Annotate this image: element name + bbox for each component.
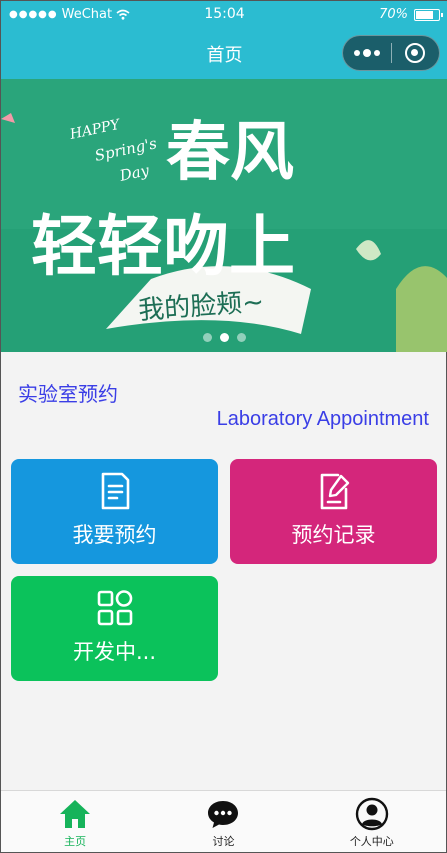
section-subtitle: Laboratory Appointment — [216, 408, 429, 430]
book-lab-label: 我要预约 — [72, 523, 157, 547]
grid-icon — [97, 590, 132, 626]
close-target-icon — [405, 43, 426, 63]
banner-image: HAPPY Spring's Day 春风 轻轻吻上 我的脸颊~ — [1, 79, 447, 352]
carousel-dot[interactable] — [237, 333, 246, 342]
carousel-dot-active[interactable] — [220, 333, 229, 342]
status-bar: ●●●●● WeChat 15:04 70% — [1, 1, 447, 29]
banner-title-kiss: 轻轻吻上 — [31, 208, 295, 285]
in-development-button[interactable]: 开发中... — [11, 576, 218, 681]
carousel-indicators — [1, 333, 447, 342]
tab-home-label: 主页 — [64, 835, 87, 848]
book-lab-button[interactable]: 我要预约 — [11, 459, 218, 564]
tab-discussion[interactable]: 讨论 — [149, 791, 297, 852]
battery-status: 70% — [379, 7, 443, 22]
user-icon — [355, 797, 389, 831]
more-menu-button[interactable] — [343, 48, 391, 57]
more-dots-icon — [362, 48, 371, 57]
carousel-dot[interactable] — [203, 333, 212, 342]
tab-profile-label: 个人中心 — [349, 835, 394, 848]
banner-carousel[interactable]: HAPPY Spring's Day 春风 轻轻吻上 我的脸颊~ — [1, 79, 447, 352]
chat-icon — [208, 801, 239, 828]
booking-records-button[interactable]: 预约记录 — [230, 459, 437, 564]
document-icon — [101, 472, 129, 510]
battery-percent: 70% — [379, 7, 408, 22]
tab-home[interactable]: 主页 — [1, 791, 149, 852]
booking-records-label: 预约记录 — [291, 523, 376, 547]
mini-program-capsule — [342, 35, 440, 71]
home-icon — [60, 800, 91, 828]
banner-title-spring-wind: 春风 — [166, 116, 294, 190]
in-development-label: 开发中... — [72, 640, 157, 664]
battery-icon — [414, 8, 443, 21]
top-bar: ●●●●● WeChat 15:04 70% 首页 — [1, 1, 447, 79]
tab-profile[interactable]: 个人中心 — [298, 791, 446, 852]
bottom-tab-bar: 主页 讨论 个人中心 — [1, 790, 446, 852]
more-dots-icon — [373, 49, 380, 56]
close-mini-program-button[interactable] — [391, 43, 439, 63]
section-title: 实验室预约 — [18, 382, 118, 406]
more-dots-icon — [353, 49, 360, 56]
edit-note-icon — [320, 473, 349, 510]
tab-discussion-label: 讨论 — [212, 835, 235, 848]
